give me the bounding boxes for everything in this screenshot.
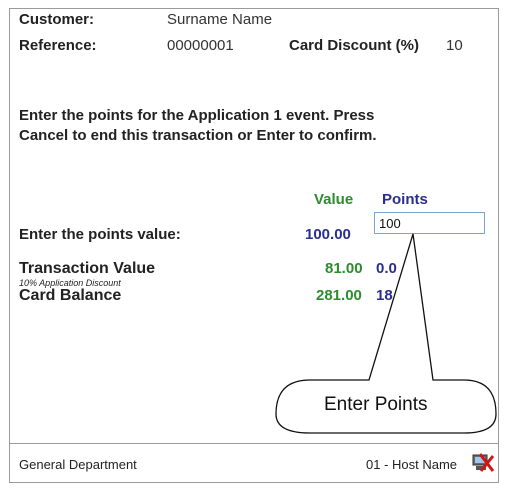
callout-bubble — [275, 233, 497, 434]
footer-host: 01 - Host Name — [366, 457, 458, 472]
footer-department: General Department — [19, 457, 137, 472]
footer-divider — [9, 443, 499, 444]
callout-text: Enter Points — [324, 394, 428, 415]
disconnected-icon — [472, 453, 495, 472]
